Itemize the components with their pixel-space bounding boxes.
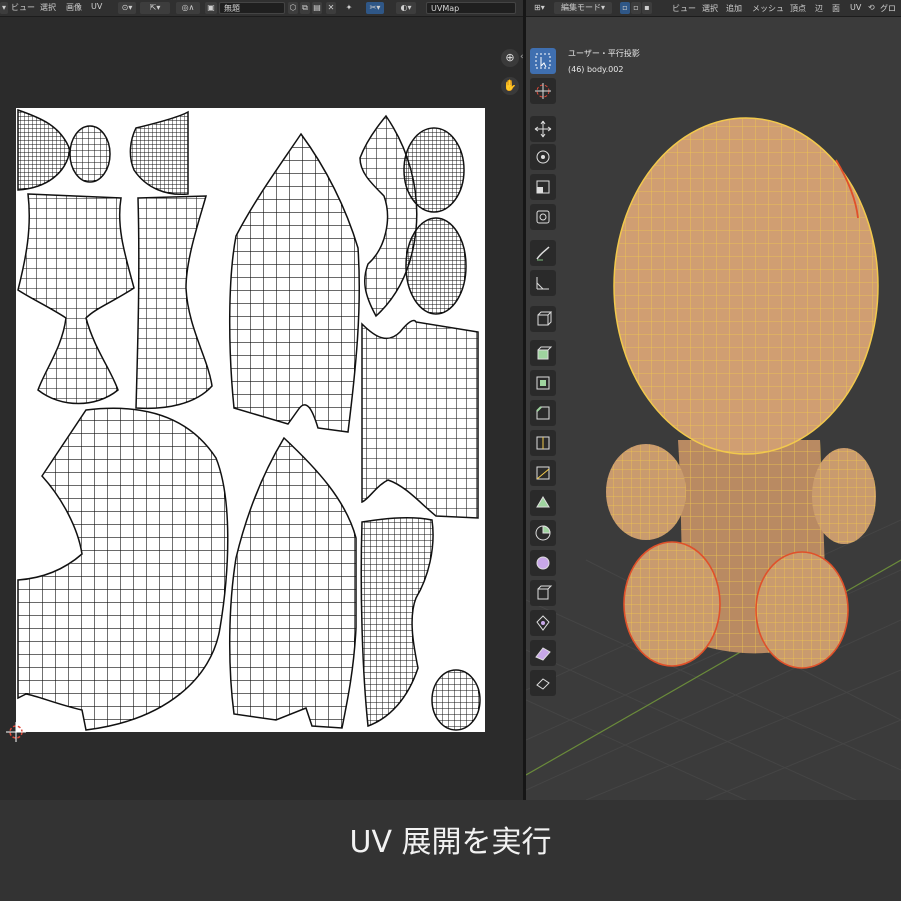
- shrink-fatten-icon[interactable]: [530, 610, 556, 636]
- mesh-head: [613, 117, 879, 455]
- move-icon[interactable]: [530, 116, 556, 142]
- uv-island-ear-left: [17, 108, 71, 191]
- uv-island-body-back: [228, 132, 361, 433]
- caption-text: UV 展開を実行: [349, 825, 552, 860]
- zoom-icon[interactable]: ⊕: [501, 49, 519, 67]
- viewport-header: ⊞▾ 編集モード▾ ▫ ▫ ▪ ビュー 選択 追加 メッシュ 頂点 辺 面 UV…: [526, 0, 901, 17]
- fake-user-icon[interactable]: ⬡: [288, 2, 298, 14]
- menu-uv[interactable]: UV: [850, 3, 861, 12]
- uv-island-ear-right: [129, 110, 189, 196]
- measure-icon[interactable]: [530, 270, 556, 296]
- scale-icon[interactable]: [530, 174, 556, 200]
- knife-icon[interactable]: [530, 460, 556, 486]
- annotate-icon[interactable]: [530, 240, 556, 266]
- view-projection-label: ユーザー・平行投影: [568, 49, 640, 58]
- shear-icon[interactable]: [530, 640, 556, 666]
- uv-canvas[interactable]: [16, 108, 485, 732]
- menu-face[interactable]: 面: [832, 3, 840, 14]
- menu-vertex[interactable]: 頂点: [790, 3, 806, 14]
- image-name-field[interactable]: 無題: [219, 2, 285, 14]
- new-image-icon[interactable]: ⧉: [300, 2, 310, 14]
- menu-select[interactable]: 選択: [702, 3, 718, 14]
- mode-label: 編集モード: [560, 3, 601, 12]
- vertex-select-icon[interactable]: ▫: [620, 2, 630, 14]
- rip-icon[interactable]: [530, 670, 556, 696]
- uv-island-tail: [431, 669, 481, 731]
- menu-edge[interactable]: 辺: [815, 3, 823, 14]
- rotate-icon[interactable]: [530, 144, 556, 170]
- uv-island-body-front: [228, 436, 357, 729]
- menu-select[interactable]: 選択: [40, 2, 56, 13]
- extrude-icon[interactable]: [530, 340, 556, 366]
- editor-type-icon[interactable]: ⊞▾: [534, 3, 545, 12]
- menu-global[interactable]: グロ: [880, 3, 896, 14]
- 3d-viewport[interactable]: ⊞▾ 編集モード▾ ▫ ▫ ▪ ビュー 選択 追加 メッシュ 頂点 辺 面 UV…: [526, 0, 901, 800]
- sync-selection-icon[interactable]: ✂▾: [366, 2, 384, 14]
- editor-type-icon[interactable]: ▾: [0, 2, 8, 14]
- uv-islands: [17, 108, 481, 731]
- transform-orientation-icon[interactable]: ⟲: [868, 3, 875, 12]
- open-image-icon[interactable]: ▤: [312, 2, 322, 14]
- unlink-icon[interactable]: ✕: [326, 2, 336, 14]
- smooth-icon[interactable]: [530, 550, 556, 576]
- menu-uv[interactable]: UV: [91, 2, 102, 11]
- loop-cut-icon[interactable]: [530, 430, 556, 456]
- transform-icon[interactable]: [530, 204, 556, 230]
- tool-shelf: [530, 44, 556, 704]
- poly-build-icon[interactable]: [530, 490, 556, 516]
- uv-island-leg: [360, 517, 434, 728]
- character-mesh[interactable]: [586, 100, 886, 690]
- sticky-select-icon[interactable]: ⇱▾: [140, 2, 170, 14]
- select-box-icon[interactable]: [530, 48, 556, 74]
- mesh-foot-right: [755, 551, 849, 669]
- uv-editor-header: ▾ ビュー 選択 画像 UV ⊙▾ ⇱▾ ◎∧ ▣ 無題 ⬡ ⧉ ▤ ✕ ✦ ✂…: [0, 0, 523, 17]
- uv-island-torso: [17, 193, 135, 405]
- bevel-icon[interactable]: [530, 400, 556, 426]
- menu-add[interactable]: 追加: [726, 3, 742, 14]
- 2d-cursor-icon[interactable]: [6, 722, 26, 742]
- spin-icon[interactable]: [530, 520, 556, 546]
- uv-editor: ▾ ビュー 選択 画像 UV ⊙▾ ⇱▾ ◎∧ ▣ 無題 ⬡ ⧉ ▤ ✕ ✦ ✂…: [0, 0, 523, 800]
- menu-view[interactable]: ビュー: [11, 2, 35, 13]
- pan-hand-icon[interactable]: ✋: [501, 77, 519, 95]
- uv-island-foot-top: [403, 127, 465, 213]
- uv-island-arm-strip: [361, 319, 479, 519]
- edge-select-icon[interactable]: ▫: [631, 2, 641, 14]
- mesh-arm-left: [606, 444, 686, 540]
- uv-island-foot-bottom: [405, 217, 467, 315]
- image-browse-icon[interactable]: ▣: [205, 2, 217, 14]
- display-channels-icon[interactable]: ◐▾: [396, 2, 416, 14]
- uv-island-limb: [135, 195, 213, 410]
- cursor-icon[interactable]: [530, 78, 556, 104]
- menu-image[interactable]: 画像: [66, 2, 82, 13]
- menu-mesh[interactable]: メッシュ: [752, 3, 784, 14]
- mode-selector[interactable]: 編集モード▾: [554, 2, 612, 14]
- face-select-icon[interactable]: ▪: [642, 2, 652, 14]
- pin-icon[interactable]: ✦: [343, 2, 355, 14]
- edge-slide-icon[interactable]: [530, 580, 556, 606]
- proportional-edit-icon[interactable]: ◎∧: [176, 2, 200, 14]
- active-object-label: (46) body.002: [568, 65, 624, 74]
- uv-island-ear-small: [69, 125, 111, 183]
- menu-view[interactable]: ビュー: [672, 3, 696, 14]
- pivot-icon[interactable]: ⊙▾: [118, 2, 136, 14]
- mesh-foot-left: [623, 541, 721, 667]
- add-cube-icon[interactable]: [530, 306, 556, 332]
- uv-island-head: [17, 407, 229, 731]
- inset-icon[interactable]: [530, 370, 556, 396]
- mesh-arm-right: [812, 448, 876, 544]
- uv-map-field[interactable]: UVMap: [426, 2, 516, 14]
